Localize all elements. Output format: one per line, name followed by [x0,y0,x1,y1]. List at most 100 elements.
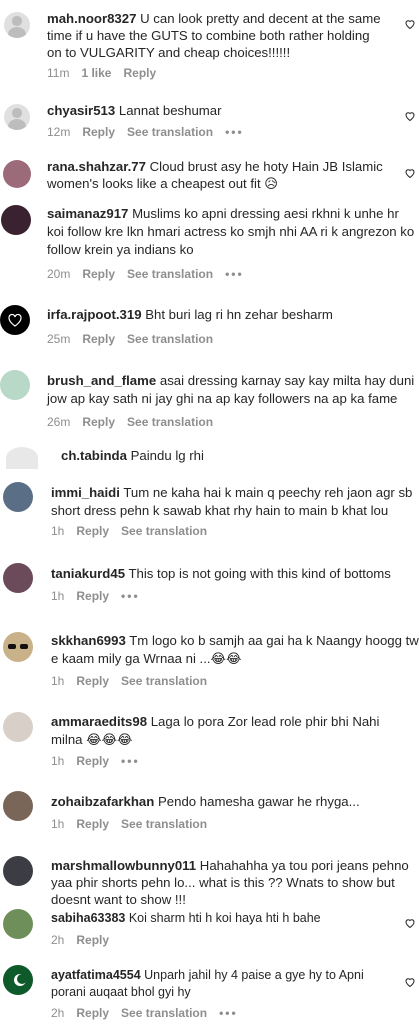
reply-button[interactable]: Reply [76,933,109,947]
username[interactable]: skkhan6993 [51,633,126,648]
comment-body: mah.noor8327 U can look pretty and decen… [47,10,387,61]
username[interactable]: sabiha63383 [51,911,125,925]
reply-button[interactable]: Reply [82,267,115,281]
comment-body: taniakurd45 This top is not going with t… [51,565,411,582]
more-options-icon[interactable]: ••• [225,267,244,281]
reply-button[interactable]: Reply [82,332,115,346]
avatar[interactable] [3,909,33,939]
comment-body: ch.tabinda Paindu lg rhi [61,447,401,464]
reply-button[interactable]: Reply [76,589,109,603]
timestamp: 1h [51,674,65,688]
username[interactable]: zohaibzafarkhan [51,794,154,809]
comment-body: chyasir513 Lannat beshumar [47,102,387,119]
comment-text: This top is not going with this kind of … [128,566,391,581]
avatar[interactable] [3,712,33,742]
timestamp: 20m [47,267,71,281]
avatar[interactable] [3,965,33,995]
likes-count[interactable]: 1 like [81,66,111,80]
heart-icon[interactable] [404,18,416,30]
reply-button[interactable]: Reply [76,754,109,768]
avatar[interactable] [0,305,30,335]
avatar[interactable] [3,563,33,593]
avatar[interactable] [4,104,30,130]
heart-icon[interactable] [404,167,416,179]
comment-meta: 11m 1 like Reply [47,66,156,80]
comment-body: marshmallowbunny011 Hahahahha ya tou por… [51,857,413,908]
username[interactable]: taniakurd45 [51,566,125,581]
username[interactable]: ayatfatima4554 [51,968,141,982]
username[interactable]: brush_and_flame [47,373,156,388]
comment-text: Pendo hamesha gawar he rhyga... [158,794,360,809]
comment-meta: 1h Reply See translation [51,524,207,538]
avatar[interactable] [3,632,33,662]
username[interactable]: ch.tabinda [61,448,127,463]
username[interactable]: irfa.rajpoot.319 [47,307,142,322]
comment-text: Koi sharm hti h koi haya hti h bahe [128,911,321,925]
comment-body: ammaraedits98 Laga lo pora Zor lead role… [51,713,411,749]
reply-button[interactable]: Reply [123,66,156,80]
timestamp: 2h [51,933,65,947]
avatar[interactable] [3,856,33,886]
comment-text: Paindu lg rhi [130,448,204,463]
username[interactable]: rana.shahzar.77 [47,159,146,174]
see-translation-button[interactable]: See translation [121,524,207,538]
avatar[interactable] [3,160,31,188]
reply-button[interactable]: Reply [82,125,115,139]
avatar[interactable] [3,791,33,821]
username[interactable]: marshmallowbunny011 [51,858,196,873]
avatar[interactable] [4,12,30,38]
avatar[interactable] [6,447,38,469]
reply-button[interactable]: Reply [82,415,115,429]
username[interactable]: immi_haidi [51,485,120,500]
reply-button[interactable]: Reply [76,817,109,831]
comment-body: brush_and_flame asai dressing karnay say… [47,372,419,408]
more-options-icon[interactable]: ••• [121,589,140,603]
avatar[interactable] [1,205,31,235]
more-options-icon[interactable]: ••• [121,754,140,768]
comment-body: skkhan6993 Tm logo ko b samjh aa gai ha … [51,632,419,668]
reply-button[interactable]: Reply [76,524,109,538]
username[interactable]: ammaraedits98 [51,714,147,729]
comment-meta: 25m Reply See translation [47,332,213,346]
comment-meta: 2h Reply See translation ••• [51,1006,238,1020]
timestamp: 2h [51,1006,65,1020]
timestamp: 25m [47,332,71,346]
see-translation-button[interactable]: See translation [127,415,213,429]
more-options-icon[interactable]: ••• [225,125,244,139]
comment-text: Bht buri lag ri hn zehar besharm [145,307,333,322]
heart-icon[interactable] [404,976,416,988]
comment-meta: 20m Reply See translation ••• [47,267,244,281]
timestamp: 1h [51,589,65,603]
comment-meta: 12m Reply See translation ••• [47,125,244,139]
timestamp: 12m [47,125,71,139]
username[interactable]: saimanaz917 [47,206,128,221]
heart-icon[interactable] [404,110,416,122]
reply-button[interactable]: Reply [76,1006,109,1020]
heart-icon[interactable] [404,917,416,929]
comment-meta: 1h Reply See translation [51,674,207,688]
see-translation-button[interactable]: See translation [121,1006,207,1020]
comment-body: zohaibzafarkhan Pendo hamesha gawar he r… [51,793,411,810]
comment-body: sabiha63383 Koi sharm hti h koi haya hti… [51,910,391,927]
see-translation-button[interactable]: See translation [127,267,213,281]
comment-text: Lannat beshumar [118,103,222,118]
username[interactable]: chyasir513 [47,103,115,118]
timestamp: 1h [51,524,65,538]
comment-meta: 26m Reply See translation [47,415,213,429]
see-translation-button[interactable]: See translation [127,332,213,346]
see-translation-button[interactable]: See translation [121,817,207,831]
timestamp: 11m [47,66,70,80]
comment-body: saimanaz917 Muslims ko apni dressing aes… [47,205,419,259]
timestamp: 1h [51,817,65,831]
timestamp: 1h [51,754,65,768]
see-translation-button[interactable]: See translation [121,674,207,688]
comment-meta: 2h Reply [51,933,109,947]
avatar[interactable] [0,370,30,400]
comment-body: irfa.rajpoot.319 Bht buri lag ri hn zeha… [47,306,387,323]
more-options-icon[interactable]: ••• [219,1006,238,1020]
username[interactable]: mah.noor8327 [47,11,136,26]
comment-body: rana.shahzar.77 Cloud brust asy he hoty … [47,158,387,192]
avatar[interactable] [3,482,33,512]
see-translation-button[interactable]: See translation [127,125,213,139]
reply-button[interactable]: Reply [76,674,109,688]
